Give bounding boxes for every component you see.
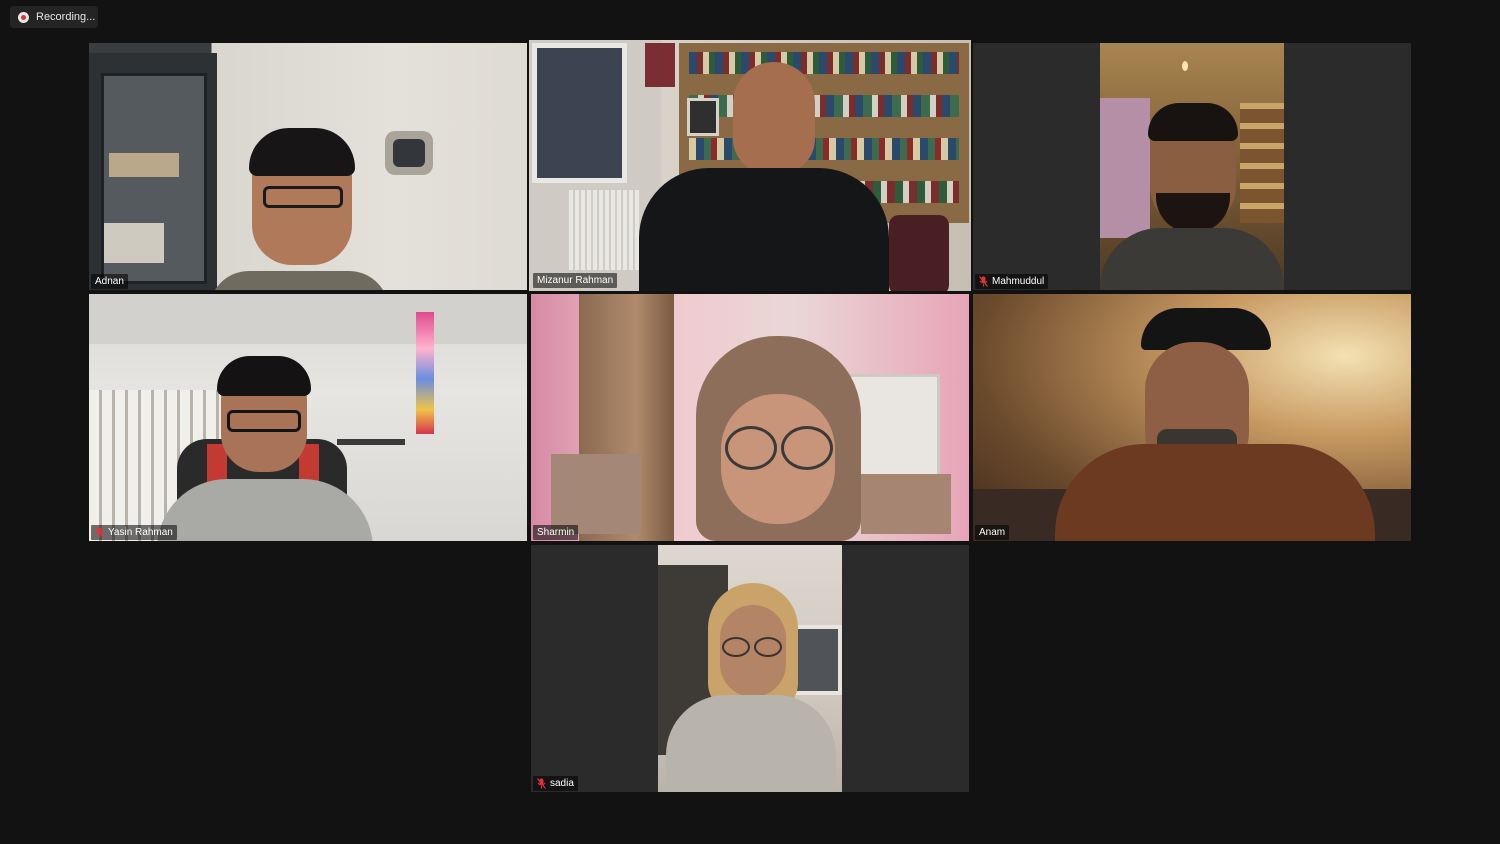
- participant-name-label: sadia: [533, 776, 578, 791]
- participant-tile-mahmuddul[interactable]: Mahmuddul: [973, 43, 1411, 290]
- participant-name: Adnan: [95, 276, 124, 287]
- video-feed: [531, 294, 969, 541]
- video-feed: [658, 545, 842, 792]
- participant-tile-mizanur-rahman[interactable]: Mizanur Rahman: [529, 40, 971, 291]
- participant-name: Sharmin: [537, 527, 575, 538]
- recording-label: Recording...: [36, 11, 96, 23]
- participant-name-label: Adnan: [91, 274, 128, 289]
- participant-name: sadia: [550, 778, 574, 789]
- participant-name: Mizanur Rahman: [537, 275, 614, 286]
- record-icon: [18, 11, 29, 23]
- participant-tile-sharmin[interactable]: Sharmin: [531, 294, 969, 541]
- participant-name-label: Sharmin: [533, 525, 579, 540]
- participant-name: Anam: [979, 527, 1006, 538]
- recording-indicator[interactable]: Recording...: [10, 6, 98, 28]
- video-feed: [89, 43, 527, 290]
- video-feed: [1100, 43, 1284, 290]
- mic-muted-icon: [95, 527, 104, 538]
- video-feed: [89, 294, 527, 541]
- participant-name-label: Mizanur Rahman: [533, 273, 618, 288]
- mic-muted-icon: [537, 778, 546, 789]
- participant-name: Mahmuddul: [992, 276, 1045, 287]
- mic-muted-icon: [979, 276, 988, 287]
- participant-name: Yasin Rahman: [108, 527, 173, 538]
- participant-tile-sadia[interactable]: sadia: [531, 545, 969, 792]
- participant-name-label: Yasin Rahman: [91, 525, 177, 540]
- participant-tile-anam[interactable]: Anam: [973, 294, 1411, 541]
- participant-name-label: Anam: [975, 525, 1010, 540]
- participant-name-label: Mahmuddul: [975, 274, 1049, 289]
- video-feed: [973, 294, 1411, 541]
- meeting-gallery-view: Recording... Adnan Mizanur Rahman Mahmud…: [0, 0, 1500, 844]
- participant-tile-yasin-rahman[interactable]: Yasin Rahman: [89, 294, 527, 541]
- participant-tile-adnan[interactable]: Adnan: [89, 43, 527, 290]
- video-feed: [529, 40, 971, 291]
